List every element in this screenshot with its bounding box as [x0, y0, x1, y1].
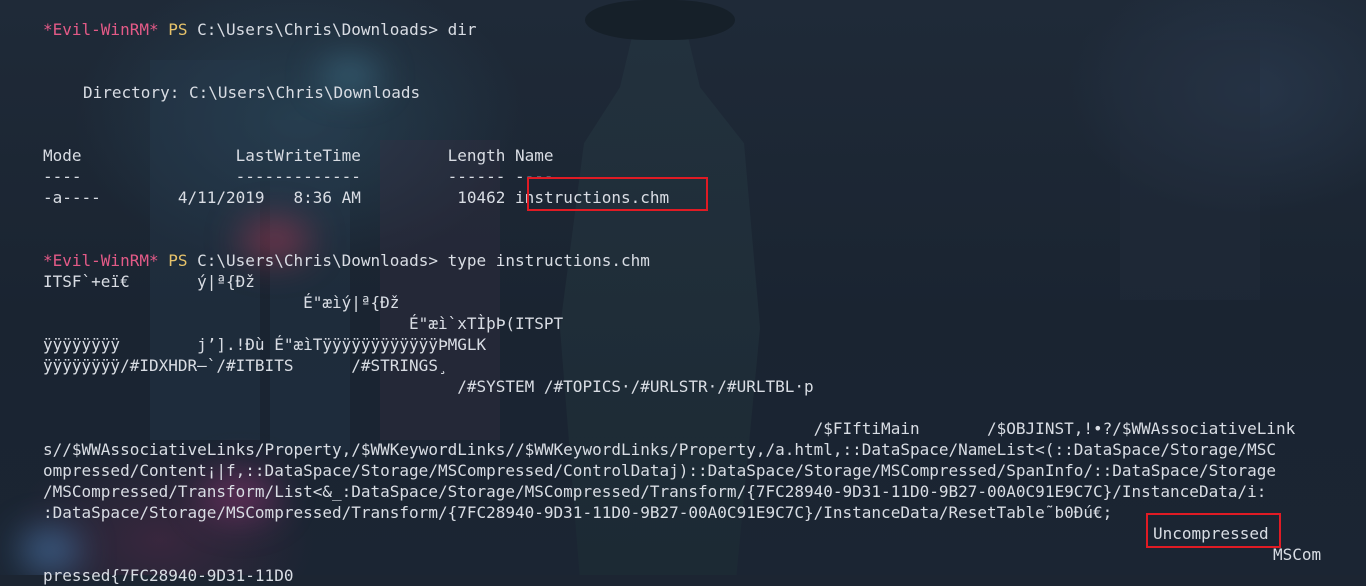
row-time: 8:36 AM [293, 188, 361, 207]
prompt-evil-winrm: *Evil-WinRM* [43, 251, 159, 270]
prompt-line-dir: *Evil-WinRM* PS C:\Users\Chris\Downloads… [43, 19, 477, 40]
highlight-box-uncompressed [1146, 513, 1281, 548]
row-length: 10462 [457, 188, 506, 207]
prompt-path: C:\Users\Chris\Downloads> [197, 20, 438, 39]
output-line: /$FIftiMain /$OBJINST,!•?/$WWAssociative… [43, 419, 1296, 438]
output-line: É"æìý|ª{Ðž [43, 293, 400, 312]
output-line: /#SYSTEM /#TOPICS·/#URLSTR·/#URLTBL·p [43, 377, 814, 396]
command-type: type instructions.chm [447, 251, 650, 270]
prompt-evil-winrm: *Evil-WinRM* [43, 20, 159, 39]
prompt-line-type: *Evil-WinRM* PS C:\Users\Chris\Downloads… [43, 250, 650, 271]
output-line: s//$WWAssociativeLinks/Property,/$WWKeyw… [43, 440, 1276, 459]
output-line: ÿÿÿÿÿÿÿÿ j’].!Ðù É"æìTÿÿÿÿÿÿÿÿÿÿÿÿÞMGLK [43, 335, 487, 354]
output-line: É"æì`xTÌþÞ(ITSPT [43, 314, 564, 333]
mscom-text: MSCom [1273, 545, 1322, 564]
prompt-ps: PS [168, 20, 188, 39]
row-date: 4/11/2019 [177, 188, 265, 207]
prompt-path: C:\Users\Chris\Downloads> [197, 251, 438, 270]
prompt-ps: PS [168, 251, 188, 270]
output-line: ompressed/Content¡|f,::DataSpace/Storage… [43, 461, 1276, 480]
output-line: :DataSpace/Storage/MSCompressed/Transfor… [43, 503, 1113, 522]
listing-underline: ---- ------------- ------ ---- [43, 167, 554, 186]
highlight-box-filename [527, 177, 708, 211]
output-line: /MSCompressed/Transform/List<&_:DataSpac… [43, 482, 1267, 501]
terminal-output[interactable]: *Evil-WinRM* PS C:\Users\Chris\Downloads… [0, 0, 1366, 585]
output-line: ITSF`+eï€ ý|ª{Ðž [43, 272, 255, 291]
output-line: pressed{7FC28940-9D31-11D0 [43, 566, 294, 585]
listing-header: Mode LastWriteTime Length Name [43, 146, 554, 165]
command-dir: dir [447, 20, 477, 39]
directory-line: Directory: C:\Users\Chris\Downloads [83, 83, 421, 102]
output-line: ÿÿÿÿÿÿÿÿ/#IDXHDR–`/#ITBITS /#STRINGS¸ [43, 356, 448, 375]
row-mode: -a---- [43, 188, 101, 207]
